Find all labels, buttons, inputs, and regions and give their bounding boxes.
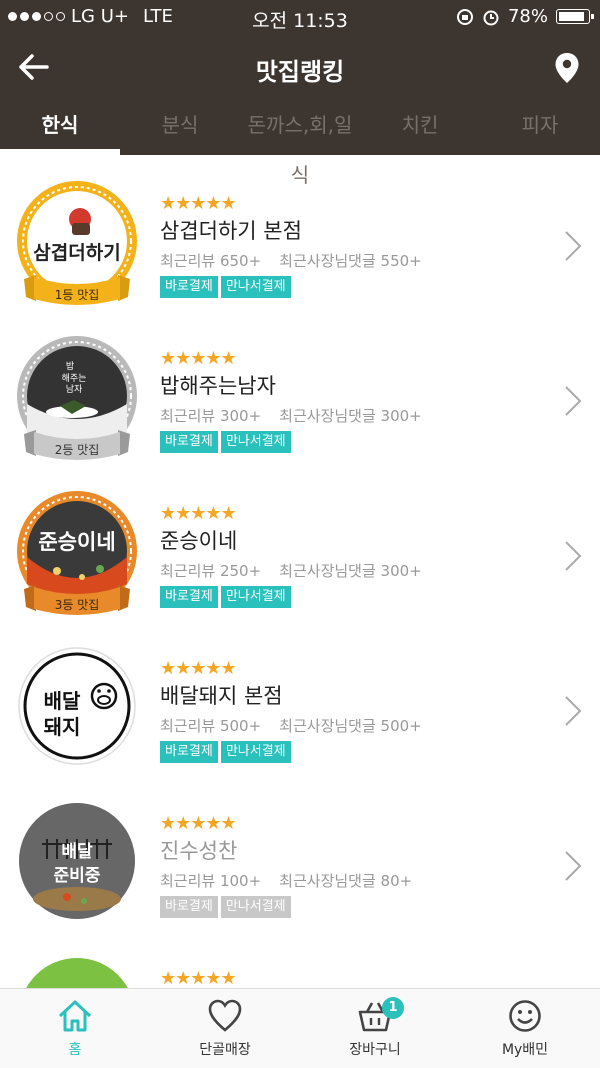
store-name: 삼겹더하기 본점 bbox=[160, 219, 302, 243]
badge-pay-direct: 바로결제 bbox=[160, 741, 218, 763]
badge-pay-meet: 만나서결제 bbox=[220, 741, 291, 763]
rating-stars: ★★★★★ bbox=[160, 813, 237, 834]
payment-badges: 바로결제 만나서결제 bbox=[160, 896, 291, 918]
chevron-right-icon bbox=[565, 851, 582, 881]
review-count: 최근리뷰 300+ bbox=[160, 407, 262, 425]
rotation-lock-icon bbox=[456, 8, 473, 25]
status-bar: LG U+ LTE 오전 11:53 78% bbox=[0, 0, 600, 34]
tab-label: 단골매장 bbox=[199, 1042, 251, 1058]
bottom-tab-bar: 홈 단골매장 1 장바구니 My배민 bbox=[0, 988, 600, 1068]
svg-text:배달: 배달 bbox=[44, 689, 81, 713]
rating-stars: ★★★★★ bbox=[160, 658, 237, 679]
store-logo: 밥 해주는 남자 2등 맛집 bbox=[17, 336, 137, 460]
list-item[interactable]: 삼겹더하기 1등 맛집 ★★★★★ 삼겹더하기 본점 최근리뷰 650+ 최근사장… bbox=[0, 155, 600, 310]
store-name: 배달돼지 본점 bbox=[160, 684, 283, 708]
home-icon bbox=[58, 1000, 92, 1032]
tab-my[interactable]: My배민 bbox=[450, 989, 600, 1068]
badge-pay-meet: 만나서결제 bbox=[220, 276, 291, 298]
badge-pay-meet: 만나서결제 bbox=[220, 896, 291, 918]
owner-reply-count: 최근사장님댓글 500+ bbox=[279, 717, 422, 735]
tab-korean[interactable]: 한식 bbox=[0, 100, 120, 155]
tab-snack[interactable]: 분식 bbox=[120, 100, 240, 155]
store-logo: 배달 돼지 bbox=[18, 647, 136, 765]
chevron-right-icon bbox=[565, 541, 582, 571]
chevron-right-icon bbox=[565, 696, 582, 726]
rank-label: 1등 맛집 bbox=[55, 288, 100, 302]
review-count: 최근리뷰 650+ bbox=[160, 252, 262, 270]
location-pin-icon[interactable] bbox=[554, 52, 580, 84]
app-header: 맛집랭킹 bbox=[0, 34, 600, 100]
store-logo: 준승이네 3등 맛집 bbox=[17, 491, 137, 615]
tab-label: 홈 bbox=[68, 1042, 82, 1058]
list-item[interactable]: 배달 돼지 ★★★★★ 배달돼지 본점 최근리뷰 500+ 최근사장님댓글 500… bbox=[0, 620, 600, 775]
store-logo bbox=[26, 958, 128, 988]
badge-pay-direct: 바로결제 bbox=[160, 896, 218, 918]
tab-cutlet-sushi[interactable]: 돈까스,회,일식 bbox=[240, 100, 360, 187]
payment-badges: 바로결제 만나서결제 bbox=[160, 431, 291, 453]
tab-cart[interactable]: 1 장바구니 bbox=[300, 989, 450, 1068]
payment-badges: 바로결제 만나서결제 bbox=[160, 586, 291, 608]
payment-badges: 바로결제 만나서결제 bbox=[160, 276, 291, 298]
svg-text:해주는: 해주는 bbox=[62, 373, 87, 384]
svg-text:남자: 남자 bbox=[66, 384, 83, 395]
tab-chicken[interactable]: 치킨 bbox=[360, 100, 480, 155]
badge-pay-direct: 바로결제 bbox=[160, 276, 218, 298]
battery-percent: 78% bbox=[507, 6, 548, 27]
status-right: 78% bbox=[456, 6, 594, 27]
chevron-right-icon bbox=[565, 386, 582, 416]
battery-icon bbox=[556, 9, 594, 24]
tab-favorites[interactable]: 단골매장 bbox=[150, 989, 300, 1068]
alarm-icon bbox=[483, 10, 499, 25]
badge-pay-meet: 만나서결제 bbox=[220, 586, 291, 608]
store-name: 밥해주는남자 bbox=[160, 374, 276, 398]
list-item[interactable]: 준승이네 3등 맛집 ★★★★★ 준승이네 최근리뷰 250+ 최근사장님댓글 3… bbox=[0, 465, 600, 620]
badge-pay-direct: 바로결제 bbox=[160, 586, 218, 608]
svg-text:삼겹더하기: 삼겹더하기 bbox=[33, 242, 120, 264]
heart-icon bbox=[208, 999, 242, 1032]
ranking-list: 삼겹더하기 1등 맛집 ★★★★★ 삼겹더하기 본점 최근리뷰 650+ 최근사장… bbox=[0, 155, 600, 988]
store-meta: 최근리뷰 500+ 최근사장님댓글 500+ bbox=[160, 715, 440, 736]
page-title: 맛집랭킹 bbox=[255, 58, 345, 86]
tab-label: My배민 bbox=[501, 1042, 549, 1058]
svg-text:배달: 배달 bbox=[61, 841, 93, 862]
owner-reply-count: 최근사장님댓글 300+ bbox=[279, 407, 422, 425]
store-name: 진수성찬 bbox=[160, 839, 238, 863]
store-meta: 최근리뷰 300+ 최근사장님댓글 300+ bbox=[160, 405, 440, 426]
tab-home[interactable]: 홈 bbox=[0, 989, 150, 1068]
cart-count-badge: 1 bbox=[382, 997, 404, 1019]
review-count: 최근리뷰 500+ bbox=[160, 717, 262, 735]
store-logo: 삼겹더하기 1등 맛집 bbox=[17, 181, 137, 305]
store-meta: 최근리뷰 650+ 최근사장님댓글 550+ bbox=[160, 250, 440, 271]
owner-reply-count: 최근사장님댓글 550+ bbox=[279, 252, 422, 270]
rating-stars: ★★★★★ bbox=[160, 348, 237, 369]
rating-stars: ★★★★★ bbox=[160, 968, 237, 988]
review-count: 최근리뷰 100+ bbox=[160, 872, 262, 890]
list-item[interactable]: ★★★★★ bbox=[0, 930, 600, 988]
badge-pay-direct: 바로결제 bbox=[160, 431, 218, 453]
svg-text:준비중: 준비중 bbox=[54, 866, 101, 886]
rating-stars: ★★★★★ bbox=[160, 503, 237, 524]
list-item[interactable]: 밥 해주는 남자 2등 맛집 ★★★★★ 밥해주는남자 최근리뷰 300+ 최근사… bbox=[0, 310, 600, 465]
svg-text:밥: 밥 bbox=[66, 361, 74, 372]
smiley-icon bbox=[509, 1000, 541, 1032]
rating-stars: ★★★★★ bbox=[160, 193, 237, 214]
tab-pizza[interactable]: 피자 bbox=[480, 100, 600, 155]
chevron-right-icon bbox=[565, 231, 582, 261]
owner-reply-count: 최근사장님댓글 80+ bbox=[279, 872, 413, 890]
rank-label: 3등 맛집 bbox=[55, 598, 100, 612]
store-meta: 최근리뷰 250+ 최근사장님댓글 300+ bbox=[160, 560, 440, 581]
store-logo: 배달 준비중 bbox=[19, 803, 135, 919]
svg-text:준승이네: 준승이네 bbox=[38, 530, 115, 554]
store-meta: 최근리뷰 100+ 최근사장님댓글 80+ bbox=[160, 870, 430, 891]
badge-pay-meet: 만나서결제 bbox=[220, 431, 291, 453]
rank-label: 2등 맛집 bbox=[55, 443, 100, 457]
owner-reply-count: 최근사장님댓글 300+ bbox=[279, 562, 422, 580]
category-tabs: 한식 분식 돈까스,회,일식 치킨 피자 bbox=[0, 100, 600, 187]
payment-badges: 바로결제 만나서결제 bbox=[160, 741, 291, 763]
review-count: 최근리뷰 250+ bbox=[160, 562, 262, 580]
tab-label: 장바구니 bbox=[349, 1042, 401, 1058]
svg-text:돼지: 돼지 bbox=[44, 715, 81, 739]
store-name: 준승이네 bbox=[160, 529, 238, 553]
list-item[interactable]: 배달 준비중 ★★★★★ 진수성찬 최근리뷰 100+ 최근사장님댓글 80+ 바… bbox=[0, 775, 600, 930]
